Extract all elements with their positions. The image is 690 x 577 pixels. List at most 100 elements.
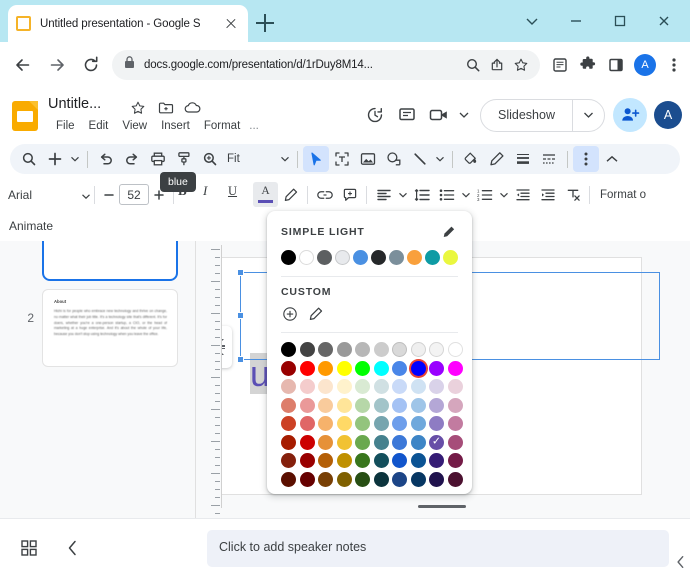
color-swatch-r4-c5[interactable] xyxy=(373,416,389,431)
star-icon[interactable] xyxy=(128,98,148,118)
image-icon[interactable] xyxy=(355,146,381,172)
color-swatch-r1-c4[interactable] xyxy=(355,360,370,376)
reading-list-icon[interactable] xyxy=(546,51,574,79)
color-swatch-r3-c7[interactable] xyxy=(410,397,426,413)
theme-edit-pencil-icon[interactable] xyxy=(440,223,458,241)
theme-swatch-5[interactable] xyxy=(371,250,386,265)
color-swatch-r4-c4[interactable] xyxy=(355,416,370,431)
zoom-tool-icon[interactable] xyxy=(197,146,223,172)
back-arrow-icon[interactable] xyxy=(6,48,40,82)
chevron-down-icon[interactable] xyxy=(510,0,554,42)
text-box-icon[interactable] xyxy=(329,146,355,172)
color-swatch-r2-c2[interactable] xyxy=(318,379,333,394)
fill-color-icon[interactable] xyxy=(458,146,484,172)
color-swatch-r5-c6[interactable] xyxy=(392,434,407,450)
color-swatch-r6-c9[interactable] xyxy=(447,453,463,468)
account-avatar[interactable]: A xyxy=(654,101,682,129)
share-button[interactable] xyxy=(613,98,647,132)
color-swatch-r3-c9[interactable] xyxy=(447,397,463,413)
color-swatch-r6-c1[interactable] xyxy=(299,453,315,468)
document-title[interactable]: Untitle... xyxy=(48,96,101,112)
format-options-button[interactable]: Format o xyxy=(594,189,646,201)
link-icon[interactable] xyxy=(312,182,337,207)
color-swatch-r1-c5[interactable] xyxy=(373,360,389,376)
color-swatch-r7-c9[interactable] xyxy=(447,471,463,487)
color-swatch-r6-c8[interactable] xyxy=(429,453,444,468)
color-swatch-r1-c9[interactable] xyxy=(447,360,463,376)
color-swatch-r7-c8[interactable] xyxy=(429,471,444,487)
color-swatch-r7-c3[interactable] xyxy=(336,471,352,487)
font-size-input[interactable]: 52 xyxy=(119,184,149,205)
speaker-notes-box[interactable]: Click to add speaker notes xyxy=(207,530,669,567)
side-panel-icon[interactable] xyxy=(602,51,630,79)
tab-close-icon[interactable] xyxy=(222,15,240,33)
color-swatch-r4-c8[interactable] xyxy=(429,416,444,431)
filmstrip-slide-2[interactable]: 2 About Hichi is for people who embrace … xyxy=(12,289,178,367)
move-to-folder-icon[interactable] xyxy=(156,98,176,118)
color-swatch-r2-c1[interactable] xyxy=(299,379,315,394)
present-dropdown-caret-icon[interactable] xyxy=(456,100,472,130)
text-color-picker-panel[interactable]: SIMPLE LIGHT CUSTOM ✓ xyxy=(267,211,472,494)
color-swatch-r6-c5[interactable] xyxy=(373,453,389,468)
color-swatch-r7-c2[interactable] xyxy=(318,471,333,487)
google-slides-logo-icon[interactable] xyxy=(12,101,38,131)
color-swatch-r6-c6[interactable] xyxy=(392,453,407,468)
align-caret-icon[interactable] xyxy=(396,182,409,207)
color-swatch-r3-c3[interactable] xyxy=(336,397,352,413)
minimize-icon[interactable] xyxy=(554,0,598,42)
color-swatch-r4-c9[interactable] xyxy=(447,416,463,431)
theme-swatch-4[interactable] xyxy=(353,250,368,265)
color-swatch-r2-c3[interactable] xyxy=(336,379,352,394)
select-cursor-icon[interactable] xyxy=(302,146,329,172)
color-swatch-r5-c7[interactable] xyxy=(410,434,426,450)
color-swatch-r2-c7[interactable] xyxy=(410,379,426,394)
color-swatch-r7-c0[interactable] xyxy=(281,471,296,487)
color-swatch-r0-c3[interactable] xyxy=(336,342,352,357)
color-swatch-r4-c2[interactable] xyxy=(318,416,333,431)
horizontal-scrollbar[interactable] xyxy=(418,505,466,508)
zoom-level-label[interactable]: Fit xyxy=(223,153,244,165)
version-history-icon[interactable] xyxy=(360,100,390,130)
color-swatch-r1-c3[interactable] xyxy=(336,360,352,376)
window-close-icon[interactable] xyxy=(642,0,686,42)
color-swatch-r1-c7[interactable] xyxy=(410,360,426,376)
font-size-decrease-button[interactable] xyxy=(99,184,119,206)
color-swatch-r0-c1[interactable] xyxy=(299,342,315,357)
theme-swatch-7[interactable] xyxy=(407,250,422,265)
color-swatch-r0-c8[interactable] xyxy=(429,342,444,357)
paint-format-icon[interactable] xyxy=(171,146,197,172)
grid-view-icon[interactable] xyxy=(16,535,42,561)
color-swatch-r7-c5[interactable] xyxy=(373,471,389,487)
color-swatch-r1-c6[interactable] xyxy=(392,360,407,376)
align-left-icon[interactable] xyxy=(371,182,396,207)
color-swatch-r6-c2[interactable] xyxy=(318,453,333,468)
cloud-saved-icon[interactable] xyxy=(183,98,203,118)
vertical-align-widget[interactable] xyxy=(222,326,232,368)
highlight-pen-icon[interactable] xyxy=(278,182,303,207)
color-swatch-r2-c8[interactable] xyxy=(429,379,444,394)
search-icon[interactable] xyxy=(16,146,42,172)
color-swatch-r5-c0[interactable] xyxy=(281,434,296,450)
slideshow-caret-icon[interactable] xyxy=(573,112,604,118)
zoom-level-caret-icon[interactable] xyxy=(278,146,292,172)
print-icon[interactable] xyxy=(145,146,171,172)
numbered-list-icon[interactable]: 123 xyxy=(472,182,497,207)
color-swatch-r0-c2[interactable] xyxy=(318,342,333,357)
color-swatch-r2-c5[interactable] xyxy=(373,379,389,394)
add-comment-icon[interactable] xyxy=(337,182,362,207)
slide-thumbnail-2[interactable]: About Hichi is for people who embrace ne… xyxy=(42,289,178,367)
line-spacing-icon[interactable] xyxy=(409,182,434,207)
color-swatch-r0-c5[interactable] xyxy=(373,342,389,357)
color-swatch-r7-c1[interactable] xyxy=(299,471,315,487)
menu-format[interactable]: Format xyxy=(197,118,247,134)
color-swatch-r3-c0[interactable] xyxy=(281,397,296,413)
puzzle-extension-icon[interactable] xyxy=(574,51,602,79)
color-swatch-r5-c3[interactable] xyxy=(336,434,352,450)
color-swatch-r5-c5[interactable] xyxy=(373,434,389,450)
color-swatch-r2-c4[interactable] xyxy=(355,379,370,394)
undo-icon[interactable] xyxy=(93,146,119,172)
color-swatch-r0-c6[interactable] xyxy=(392,342,407,357)
italic-button[interactable]: I xyxy=(203,182,228,207)
color-swatch-r3-c1[interactable] xyxy=(299,397,315,413)
share-icon[interactable] xyxy=(486,54,508,76)
